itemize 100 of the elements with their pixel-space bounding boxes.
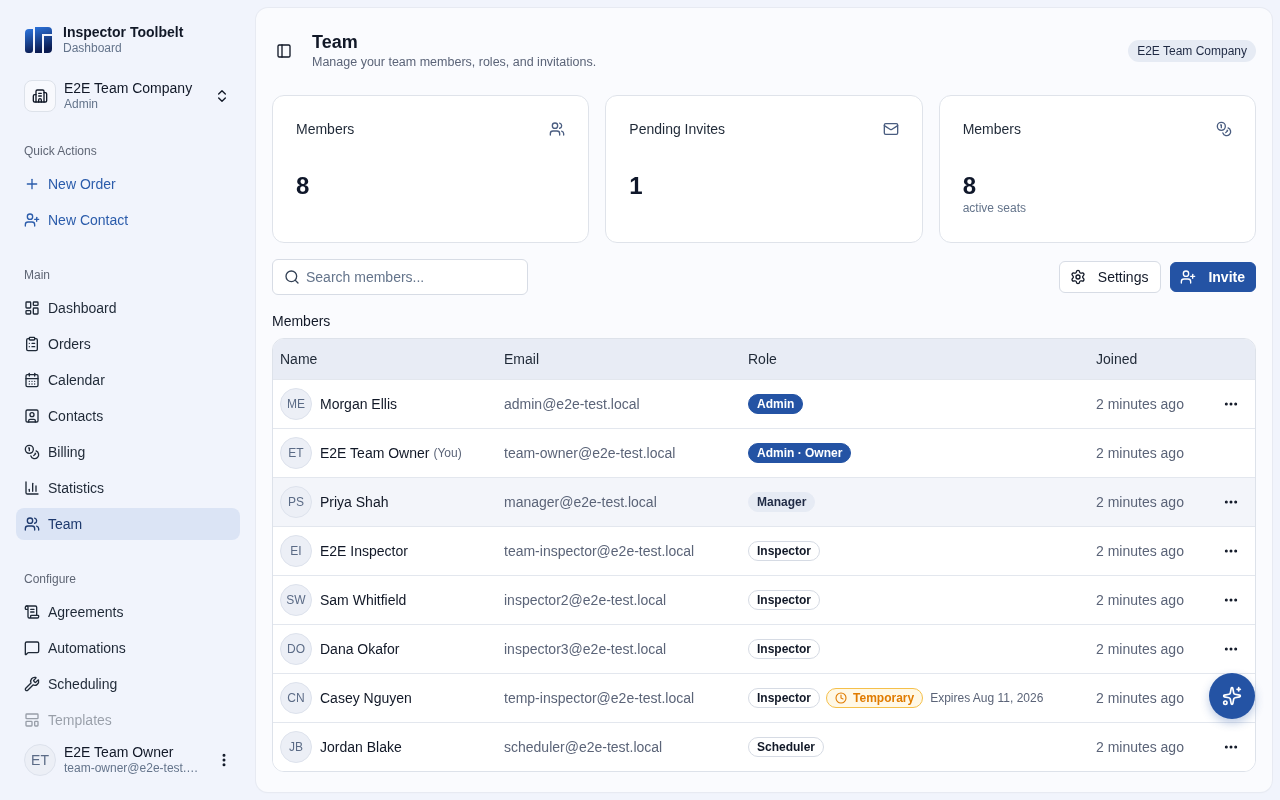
workspace-name: E2E Team Company: [64, 80, 193, 96]
stat-value: 1: [629, 172, 643, 200]
joined-time: 2 minutes ago: [1096, 543, 1184, 559]
member-email: team-owner@e2e-test.local: [504, 445, 676, 461]
member-name: Priya Shah: [320, 494, 389, 510]
joined-time: 2 minutes ago: [1096, 641, 1184, 657]
joined-time: 2 minutes ago: [1096, 445, 1184, 461]
layout-icon: [24, 712, 40, 728]
quick-action-link[interactable]: New Order: [16, 168, 240, 200]
page-subtitle: Manage your team members, roles, and invitations.: [312, 54, 597, 70]
nav-item[interactable]: Scheduling: [16, 668, 240, 700]
search-field[interactable]: Search members...: [272, 259, 528, 295]
coins-icon: [1216, 121, 1232, 137]
role-badge: Inspector: [748, 639, 820, 659]
role-badge: Inspector: [748, 688, 820, 708]
member-avatar: DO: [280, 633, 312, 665]
member-email: admin@e2e-test.local: [504, 396, 640, 412]
member-name: Jordan Blake: [320, 739, 402, 755]
stat-label: Members: [296, 121, 355, 137]
bar-chart-icon: [24, 480, 40, 496]
section-heading: Configure: [23, 571, 78, 588]
app-title: Inspector Toolbelt: [63, 24, 184, 40]
building-icon: [24, 80, 56, 112]
nav-item[interactable]: Calendar: [16, 364, 240, 396]
users-icon: [24, 516, 40, 532]
sparkles-icon: [1222, 686, 1242, 706]
user-plus-icon: [24, 212, 40, 228]
nav-item[interactable]: Team: [16, 508, 240, 540]
section-title: Members: [272, 313, 331, 329]
stat-label: Members: [962, 121, 1021, 137]
member-avatar: CN: [280, 682, 312, 714]
role-badge: Scheduler: [748, 737, 825, 757]
stat-value: 8: [962, 172, 976, 200]
column-header: Name: [280, 351, 318, 367]
invite-button[interactable]: Invite: [1170, 262, 1256, 292]
member-avatar: ET: [280, 437, 312, 469]
stat-note: active seats: [962, 200, 1027, 216]
dashboard-grid-icon: [24, 300, 40, 316]
nav-item[interactable]: Agreements: [16, 596, 240, 628]
member-name: Casey Nguyen: [320, 690, 412, 706]
quick-action-link[interactable]: New Contact: [16, 204, 240, 236]
expiry-date: Expires Aug 11, 2026: [930, 691, 1044, 705]
wrench-icon: [24, 676, 40, 692]
joined-time: 2 minutes ago: [1096, 739, 1184, 755]
member-name: Dana Okafor: [320, 641, 400, 657]
member-name: Morgan Ellis: [320, 396, 398, 412]
member-name: E2E Team Owner: [320, 445, 430, 461]
member-email: team-inspector@e2e-test.local: [504, 543, 695, 559]
member-avatar: SW: [280, 584, 312, 616]
member-email: scheduler@e2e-test.local: [504, 739, 663, 755]
nav-item[interactable]: Orders: [16, 328, 240, 360]
clock-icon: [835, 692, 847, 704]
settings-button[interactable]: Settings: [1058, 261, 1162, 293]
nav-item[interactable]: Automations: [16, 632, 240, 664]
users-icon: [549, 121, 566, 137]
column-header: Email: [504, 351, 539, 367]
joined-time: 2 minutes ago: [1096, 494, 1184, 510]
speech-bubble-icon: [24, 640, 40, 656]
joined-time: 2 minutes ago: [1096, 592, 1184, 608]
user-email: team-owner@e2e-test.…: [64, 760, 199, 776]
member-email: inspector3@e2e-test.local: [504, 641, 667, 657]
company-badge: E2E Team Company: [1128, 40, 1256, 62]
member-name: E2E Inspector: [320, 543, 408, 559]
clipboard-icon: [24, 336, 40, 352]
member-email: inspector2@e2e-test.local: [504, 592, 667, 608]
plus-icon: [24, 176, 40, 192]
sidebar-toggle-icon: [276, 43, 292, 59]
member-email: temp-inspector@e2e-test.local: [504, 690, 695, 706]
column-header: Joined: [1096, 351, 1138, 367]
scroll-icon: [24, 604, 40, 620]
status-badge: Temporary: [826, 688, 924, 708]
role-badge: Manager: [748, 492, 816, 512]
member-name: Sam Whitfield: [320, 592, 407, 608]
app-logo: [25, 27, 52, 53]
workspace-role: Admin: [64, 96, 98, 112]
role-badge: Inspector: [748, 541, 820, 561]
section-heading: Main: [23, 267, 51, 284]
member-avatar: PS: [280, 486, 312, 518]
nav-item[interactable]: Dashboard: [16, 292, 240, 324]
joined-time: 2 minutes ago: [1096, 690, 1184, 706]
member-avatar: EI: [280, 535, 312, 567]
stat-value: 8: [296, 172, 310, 200]
contact-card-icon: [24, 408, 40, 424]
section-heading: Quick Actions: [23, 143, 98, 160]
nav-item[interactable]: Contacts: [16, 400, 240, 432]
role-badge: Admin: [748, 394, 804, 414]
nav-item[interactable]: Statistics: [16, 472, 240, 504]
user-plus-icon: [1180, 269, 1197, 285]
search-icon: [284, 269, 300, 285]
role-badge: Admin · Owner: [748, 443, 852, 463]
member-email: manager@e2e-test.local: [504, 494, 657, 510]
stat-label: Pending Invites: [629, 121, 726, 137]
workspace-switcher[interactable]: E2E Team Company Admin: [16, 80, 240, 112]
coins-icon: [24, 444, 40, 460]
page-title: Team: [312, 32, 358, 52]
member-avatar: ME: [280, 388, 312, 420]
user-name: E2E Team Owner: [64, 744, 174, 760]
joined-time: 2 minutes ago: [1096, 396, 1184, 412]
app-subtitle: Dashboard: [63, 40, 122, 56]
nav-item[interactable]: Billing: [16, 436, 240, 468]
